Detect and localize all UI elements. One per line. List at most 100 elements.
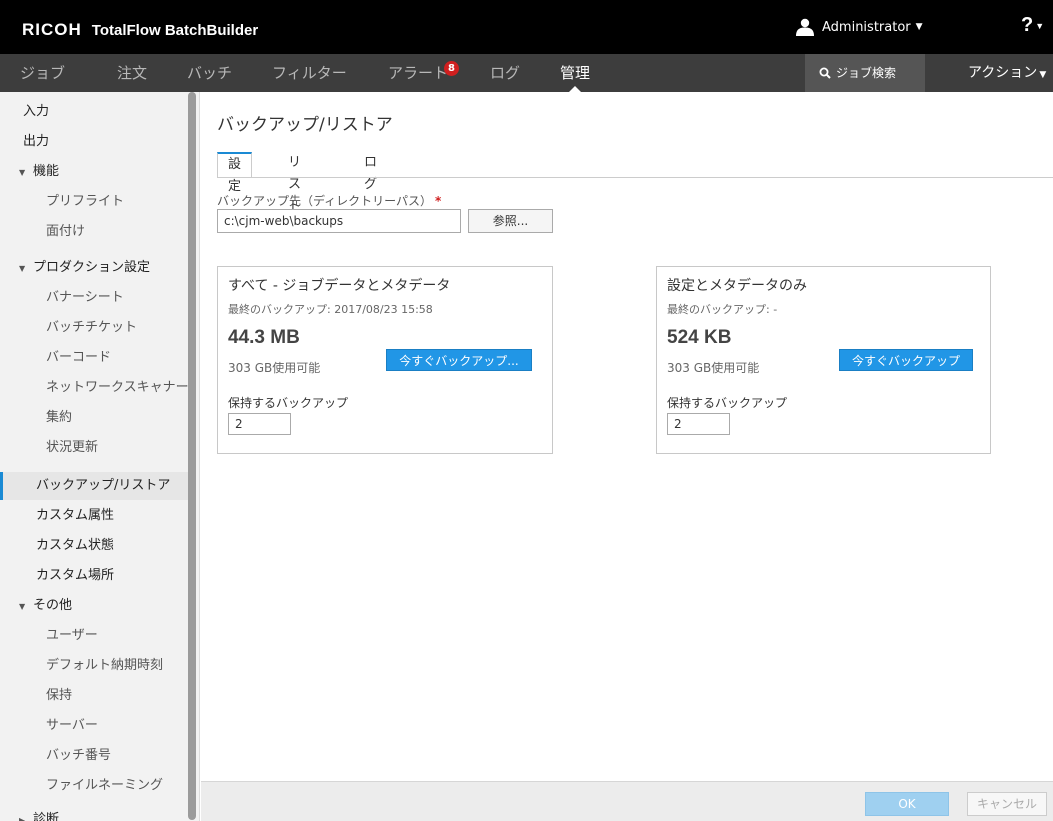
sidebar-item-network-scanner[interactable]: ネットワークスキャナー xyxy=(0,374,195,402)
nav-item-admin[interactable]: 管理 xyxy=(560,54,590,92)
sidebar-item-label: 出力 xyxy=(23,134,50,149)
chevron-down-icon: ▼ xyxy=(1039,70,1047,80)
backup-destination-input[interactable] xyxy=(217,209,461,233)
backup-card-all: すべて - ジョブデータとメタデータ 最終のバックアップ: 2017/08/23… xyxy=(217,266,553,454)
sidebar-item-imposition[interactable]: 面付け xyxy=(0,218,195,246)
sidebar-item-label: ユーザー xyxy=(46,628,98,643)
tab-restore[interactable]: リストア xyxy=(278,152,311,236)
actions-label: アクション xyxy=(968,65,1038,81)
keep-backups-input[interactable] xyxy=(228,413,291,435)
sidebar-item-users[interactable]: ユーザー xyxy=(0,622,195,650)
backup-size: 44.3 MB xyxy=(228,327,300,348)
help-icon: ? xyxy=(1021,14,1034,36)
actions-menu[interactable]: アクション ▼ xyxy=(968,54,1046,92)
footer-bar: OK キャンセル xyxy=(201,781,1053,821)
sidebar-item-status-update[interactable]: 状況更新 xyxy=(0,434,195,462)
sidebar-item-batch-number[interactable]: バッチ番号 xyxy=(0,742,195,770)
sidebar-item-batch-ticket[interactable]: バッチチケット xyxy=(0,314,195,342)
sidebar-item-file-naming[interactable]: ファイルネーミング xyxy=(0,772,195,800)
last-backup-text: 最終のバックアップ: - xyxy=(667,303,778,316)
tab-logs[interactable]: ログ xyxy=(354,152,387,192)
job-search-button[interactable]: ジョブ検索 xyxy=(805,54,925,92)
job-search-label: ジョブ検索 xyxy=(836,66,897,80)
sidebar-item-label: バックアップ/リストア xyxy=(36,478,171,493)
sidebar-item-label: ネットワークスキャナー xyxy=(46,380,189,395)
sidebar-item-default-due-time[interactable]: デフォルト納期時刻 xyxy=(0,652,195,680)
nav-item-label: バッチ xyxy=(187,64,233,82)
sidebar-item-preflight[interactable]: プリフライト xyxy=(0,188,195,216)
nav-item-label: 注文 xyxy=(117,64,148,82)
help-menu[interactable]: ? ▼ xyxy=(1021,14,1044,37)
tab-settings[interactable]: 設定 xyxy=(217,152,253,194)
user-menu[interactable]: Administrator ▼ xyxy=(796,18,923,36)
sidebar-item-label: バッチ番号 xyxy=(46,748,112,763)
sidebar-item-output[interactable]: 出力 xyxy=(0,128,195,156)
browse-button[interactable]: 参照... xyxy=(468,209,553,233)
backup-card-settings-only: 設定とメタデータのみ 最終のバックアップ: - 524 KB 303 GB使用可… xyxy=(656,266,991,454)
sidebar-item-label: 診断 xyxy=(33,812,60,821)
ok-button[interactable]: OK xyxy=(865,792,949,816)
tab-divider xyxy=(217,177,1053,178)
sidebar-item-banner-sheet[interactable]: バナーシート xyxy=(0,284,195,312)
sidebar-item-label: ファイルネーミング xyxy=(46,778,164,793)
sidebar-item-label: カスタム属性 xyxy=(36,508,115,523)
sidebar-item-label: バーコード xyxy=(46,350,112,365)
keep-backups-input[interactable] xyxy=(667,413,730,435)
sidebar-item-barcode[interactable]: バーコード xyxy=(0,344,195,372)
alert-count-badge: 8 xyxy=(444,61,459,76)
nav-item-logs[interactable]: ログ xyxy=(490,54,520,92)
sidebar-item-label: プロダクション設定 xyxy=(33,260,151,275)
expand-arrow-icon: ▼ xyxy=(19,168,26,177)
sidebar-group-other[interactable]: ▼ その他 xyxy=(0,592,195,620)
sidebar-scrollbar[interactable] xyxy=(188,92,196,820)
available-space: 303 GB使用可能 xyxy=(228,361,321,375)
expand-arrow-icon: ▼ xyxy=(19,602,26,611)
card-title: すべて - ジョブデータとメタデータ xyxy=(228,278,451,294)
sidebar-group-diagnostics[interactable]: ▶ 診断 xyxy=(0,806,195,821)
brand-name: RICOH xyxy=(22,20,82,39)
sidebar-item-label: その他 xyxy=(33,598,73,613)
top-bar: RICOH TotalFlow BatchBuilder Administrato… xyxy=(0,0,1053,54)
sidebar-item-aggregation[interactable]: 集約 xyxy=(0,404,195,432)
chevron-down-icon: ▼ xyxy=(915,22,923,32)
sidebar-item-label: 機能 xyxy=(33,164,60,179)
sidebar-item-label: 保持 xyxy=(46,688,73,703)
nav-item-label: アラート xyxy=(388,64,449,82)
keep-backups-label: 保持するバックアップ xyxy=(228,396,349,410)
sidebar-item-label: サーバー xyxy=(46,718,98,733)
main-content: バックアップ/リストア 設定 リストア ログ バックアップ先（ディレクトリーパス… xyxy=(201,92,1053,781)
sidebar-group-features[interactable]: ▼ 機能 xyxy=(0,158,195,186)
search-icon xyxy=(819,67,831,79)
sidebar-item-label: プリフライト xyxy=(46,194,125,209)
tab-label: ログ xyxy=(364,155,378,192)
sidebar-item-custom-locations[interactable]: カスタム場所 xyxy=(0,562,195,590)
nav-item-filters[interactable]: フィルター xyxy=(272,54,347,92)
nav-item-label: フィルター xyxy=(272,64,347,82)
sidebar-item-label: カスタム状態 xyxy=(36,538,115,553)
sidebar-item-server[interactable]: サーバー xyxy=(0,712,195,740)
backup-now-button[interactable]: 今すぐバックアップ xyxy=(839,349,973,371)
sidebar-item-backup-restore[interactable]: バックアップ/リストア xyxy=(0,472,195,500)
nav-item-batches[interactable]: バッチ xyxy=(187,54,232,92)
keep-backups-label: 保持するバックアップ xyxy=(667,396,788,410)
user-name: Administrator xyxy=(822,19,911,35)
product-name: TotalFlow BatchBuilder xyxy=(91,22,259,39)
chevron-down-icon: ▼ xyxy=(1035,20,1045,31)
page-title: バックアップ/リストア xyxy=(217,115,393,135)
nav-item-label: ログ xyxy=(490,64,521,82)
sidebar-item-custom-states[interactable]: カスタム状態 xyxy=(0,532,195,560)
sidebar-item-retention[interactable]: 保持 xyxy=(0,682,195,710)
backup-now-button[interactable]: 今すぐバックアップ... xyxy=(386,349,532,371)
cancel-button[interactable]: キャンセル xyxy=(967,792,1047,816)
sidebar-group-production-settings[interactable]: ▼ プロダクション設定 xyxy=(0,254,195,282)
sidebar-item-input[interactable]: 入力 xyxy=(0,98,195,126)
sidebar-item-custom-attributes[interactable]: カスタム属性 xyxy=(0,502,195,530)
last-backup-text: 最終のバックアップ: 2017/08/23 15:58 xyxy=(228,303,433,316)
nav-item-orders[interactable]: 注文 xyxy=(117,54,147,92)
required-marker: * xyxy=(435,194,442,208)
sidebar-item-label: 面付け xyxy=(46,224,86,239)
collapsed-arrow-icon: ▶ xyxy=(19,816,26,821)
nav-item-label: 管理 xyxy=(560,64,591,82)
nav-item-alerts[interactable]: アラート 8 xyxy=(388,54,459,92)
nav-item-jobs[interactable]: ジョブ xyxy=(20,54,65,92)
